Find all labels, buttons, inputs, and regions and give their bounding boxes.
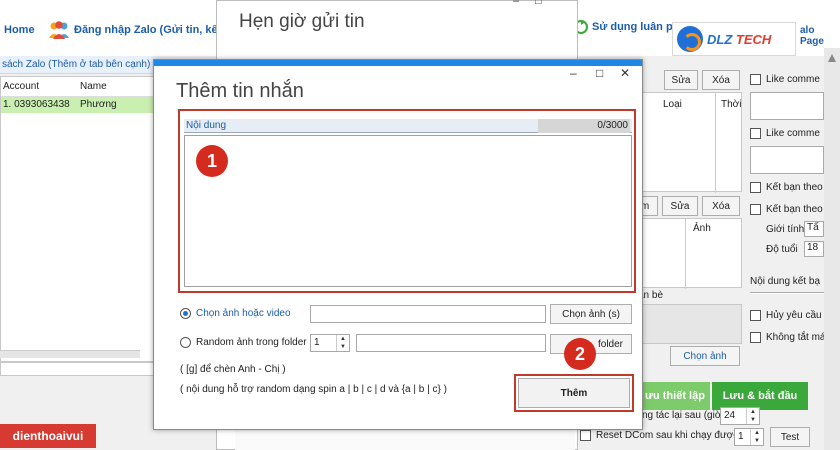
zalo-login-tab[interactable]: Đăng nhập Zalo (Gửi tin, kết [48,20,221,40]
char-counter: 0/3000 [538,119,630,133]
content-header: Nội dung 0/3000 [184,119,632,133]
stepper-arrows-icon[interactable]: ▲ ▼ [336,335,349,351]
step-badge-1: 1 [196,145,228,177]
step-badge-2: 2 [564,338,596,370]
repeat-hours-stepper[interactable]: 24 ▲ ▼ [720,407,760,425]
table-row[interactable]: 1. 0393063438 Phương [1,97,155,113]
col-name[interactable]: Name [78,77,155,96]
checkbox[interactable] [750,310,761,321]
friend-content-label: Nội dung kết bạ [750,276,821,287]
checkbox[interactable] [750,182,761,193]
maximize-icon[interactable]: □ [535,0,542,7]
home-tab[interactable]: Home [4,24,35,36]
radio-button[interactable] [180,337,191,348]
message-content-textarea[interactable] [184,135,632,287]
zalo-page-tab[interactable]: alo Page [800,25,840,47]
account-table: Account Name 1. 0393063438 Phương [0,76,156,362]
hint-spin-syntax: ( nội dung hỗ trợ random dạng spin a | b… [180,384,447,395]
friend-content-divider [750,292,824,294]
random-count-stepper[interactable]: 1 ▲ ▼ [310,334,350,352]
like-comment-input-2[interactable] [750,146,824,174]
cancel-request-checkbox[interactable]: Hủy yêu cầu [750,310,822,321]
cell-account: 1. 0393063438 [3,99,70,110]
test-button[interactable]: Test [770,427,810,447]
hint-greeting: ( [g] để chèn Anh - Chị ) [180,364,286,375]
logo-mark-icon [677,26,703,52]
like-comment-checkbox-1[interactable]: Like comme [750,74,820,85]
gender-label: Giới tính [766,224,805,235]
col-type: Loại [663,99,682,110]
schedule-grid-top: Loại Thời [636,92,742,193]
schedule-grid [235,427,575,450]
gender-select[interactable]: Tấ [804,221,824,237]
col-account[interactable]: Account [1,77,78,96]
checkbox[interactable] [750,74,761,85]
stepper-arrows-icon[interactable]: ▲ ▼ [746,408,759,424]
schedule-dialog-title: Hẹn giờ gửi tin [239,11,365,32]
account-table-header: Account Name [1,77,155,97]
stepper-arrows-icon[interactable]: ▲ ▼ [750,429,763,445]
delete-button-mid[interactable]: Xóa [702,196,740,216]
minimize-icon[interactable]: – [570,66,577,80]
edit-button-top[interactable]: Sửa [664,70,698,90]
vertical-scrollbar[interactable] [824,48,840,450]
media-grid: Ảnh [636,218,742,289]
cell-name: Phương [80,99,117,110]
folder-path-input[interactable] [356,334,546,352]
repeat-label: ng tác lại sau (giờ) [642,410,725,421]
close-icon[interactable]: ✕ [620,66,630,80]
col-image: Ảnh [693,223,711,234]
radio-button[interactable] [180,308,191,319]
choose-image-button[interactable]: Chọn ảnh [670,346,740,366]
minimize-icon[interactable]: – [513,0,519,7]
maximize-icon[interactable]: □ [596,66,603,80]
choose-media-radio[interactable]: Chọn ảnh hoặc video [180,308,291,319]
choose-media-button[interactable]: Chọn ảnh (s) [550,304,632,324]
content-label: Nội dung [186,120,227,131]
save-and-start-button[interactable]: Lưu & bắt đầu [712,382,808,410]
content-highlight-frame: Nội dung 0/3000 1 [178,109,636,293]
delete-button-top[interactable]: Xóa [702,70,740,90]
dlz-tech-logo: DLZ TECH [672,22,796,56]
add-button-highlight-frame: Thêm [514,374,634,412]
like-comment-input-1[interactable] [750,92,824,120]
like-comment-checkbox-2[interactable]: Like comme [750,128,820,139]
media-path-input[interactable] [310,305,546,323]
add-message-dialog: – □ ✕ Thêm tin nhắn Nội dung 0/3000 1 Ch… [153,59,643,430]
checkbox[interactable] [750,332,761,343]
friend-list [636,304,742,344]
account-list-tab-label: sách Zalo (Thêm ở tab bên cạnh) [2,59,151,70]
checkbox[interactable] [580,430,591,441]
horizontal-scrollbar[interactable] [0,350,140,358]
checkbox[interactable] [750,204,761,215]
reset-count-stepper[interactable]: 1 ▲ ▼ [734,428,764,446]
add-friend-checkbox-2[interactable]: Kết bạn theo [750,204,823,215]
col-time: Thời [721,99,742,110]
save-setup-button[interactable]: ưu thiết lập [640,382,710,410]
no-close-checkbox[interactable]: Không tắt má [750,332,825,343]
reset-dcom-checkbox[interactable]: Reset DCom sau khi chạy được [580,430,738,441]
dialog-accent-bar [154,60,642,66]
account-table-footer [0,362,156,376]
scroll-up-arrow-icon[interactable] [828,54,836,62]
zalo-login-label: Đăng nhập Zalo (Gửi tin, kết [74,24,222,36]
age-label: Độ tuổi [766,244,798,255]
edit-button-mid[interactable]: Sửa [662,196,698,216]
users-icon [48,20,70,40]
account-list-tab[interactable]: sách Zalo (Thêm ở tab bên cạnh) [0,56,160,74]
logo-text: DLZ TECH [707,31,772,47]
checkbox[interactable] [750,128,761,139]
add-button[interactable]: Thêm [518,378,630,408]
add-message-dialog-title: Thêm tin nhắn [176,80,304,102]
random-folder-radio[interactable]: Random ảnh trong folder [180,337,307,348]
age-input[interactable]: 18 [804,241,824,257]
dienthoaivui-watermark: dienthoaivui [0,424,96,448]
add-friend-checkbox-1[interactable]: Kết bạn theo [750,182,823,193]
